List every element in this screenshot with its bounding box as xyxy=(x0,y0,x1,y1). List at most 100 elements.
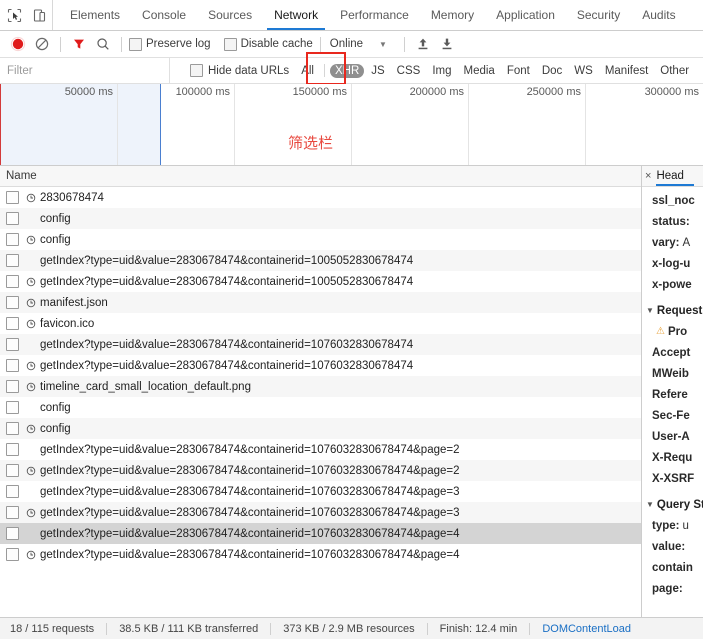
table-row[interactable]: getIndex?type=uid&value=2830678474&conta… xyxy=(0,250,641,271)
table-row[interactable]: config xyxy=(0,418,641,439)
record-button[interactable] xyxy=(7,33,29,55)
row-checkbox[interactable] xyxy=(6,527,19,540)
header-item: x-powe xyxy=(642,274,703,295)
tab-audits[interactable]: Audits xyxy=(631,0,686,30)
tab-performance[interactable]: Performance xyxy=(329,0,420,30)
row-checkbox[interactable] xyxy=(6,212,19,225)
tab-sources[interactable]: Sources xyxy=(197,0,263,30)
row-checkbox[interactable] xyxy=(6,233,19,246)
table-row[interactable]: getIndex?type=uid&value=2830678474&conta… xyxy=(0,523,641,544)
status-divider xyxy=(270,622,272,635)
header-item: status: xyxy=(642,211,703,232)
table-row[interactable]: getIndex?type=uid&value=2830678474&conta… xyxy=(0,355,641,376)
type-filter-js[interactable]: JS xyxy=(366,64,389,78)
row-checkbox[interactable] xyxy=(6,443,19,456)
type-filter-divider xyxy=(323,64,325,77)
row-checkbox[interactable] xyxy=(6,485,19,498)
section-label: Query St xyxy=(656,498,703,511)
import-har-icon[interactable] xyxy=(412,33,434,55)
tab-memory[interactable]: Memory xyxy=(420,0,485,30)
type-filter-ws[interactable]: WS xyxy=(569,64,598,78)
type-filter-manifest[interactable]: Manifest xyxy=(600,64,653,78)
query-string-section[interactable]: ▼ Query St xyxy=(642,494,703,515)
table-row[interactable]: getIndex?type=uid&value=2830678474&conta… xyxy=(0,460,641,481)
type-filter-doc[interactable]: Doc xyxy=(537,64,567,78)
row-checkbox[interactable] xyxy=(6,506,19,519)
row-checkbox[interactable] xyxy=(6,254,19,267)
table-row[interactable]: getIndex?type=uid&value=2830678474&conta… xyxy=(0,439,641,460)
type-filter-font[interactable]: Font xyxy=(502,64,535,78)
preserve-log-label: Preserve log xyxy=(146,38,211,50)
throttling-select[interactable]: Online xyxy=(328,38,363,50)
row-checkbox[interactable] xyxy=(6,380,19,393)
search-icon[interactable] xyxy=(92,33,114,55)
chevron-down-icon[interactable]: ▼ xyxy=(365,40,397,49)
tab-headers[interactable]: Head xyxy=(656,166,694,186)
pending-clock-icon xyxy=(25,360,36,371)
table-row[interactable]: favicon.ico xyxy=(0,313,641,334)
header-item: x-log-u xyxy=(642,253,703,274)
inspect-element-icon[interactable] xyxy=(6,7,23,24)
devtools-tabs: Elements Console Sources Network Perform… xyxy=(53,0,687,30)
export-har-icon[interactable] xyxy=(436,33,458,55)
table-row[interactable]: getIndex?type=uid&value=2830678474&conta… xyxy=(0,502,641,523)
device-toolbar-icon[interactable] xyxy=(31,7,48,24)
type-filter-all[interactable]: All xyxy=(296,64,319,78)
tab-network[interactable]: Network xyxy=(263,0,329,30)
param-key: contain xyxy=(652,561,693,574)
type-filter-img[interactable]: Img xyxy=(427,64,456,78)
row-checkbox[interactable] xyxy=(6,464,19,477)
close-icon[interactable]: × xyxy=(645,170,651,182)
request-name: getIndex?type=uid&value=2830678474&conta… xyxy=(40,338,414,351)
filter-input[interactable] xyxy=(0,57,170,84)
request-name: timeline_card_small_location_default.png xyxy=(40,380,251,393)
table-row[interactable]: getIndex?type=uid&value=2830678474&conta… xyxy=(0,481,641,502)
table-row[interactable]: config xyxy=(0,229,641,250)
header-key: Pro xyxy=(667,325,688,338)
request-headers-section[interactable]: ▼ Request xyxy=(642,300,703,321)
request-list-header[interactable]: Name xyxy=(0,166,641,187)
header-key: x-log-u xyxy=(652,257,691,270)
pending-clock-icon xyxy=(25,381,36,392)
table-row[interactable]: getIndex?type=uid&value=2830678474&conta… xyxy=(0,544,641,565)
row-checkbox[interactable] xyxy=(6,275,19,288)
row-checkbox[interactable] xyxy=(6,296,19,309)
type-filter-media[interactable]: Media xyxy=(459,64,500,78)
tab-label: Application xyxy=(496,8,555,22)
clear-button[interactable] xyxy=(31,33,53,55)
row-checkbox[interactable] xyxy=(6,317,19,330)
status-divider xyxy=(106,622,108,635)
table-row[interactable]: getIndex?type=uid&value=2830678474&conta… xyxy=(0,334,641,355)
devtools-tabbar: Elements Console Sources Network Perform… xyxy=(0,0,703,31)
header-item: Accept xyxy=(642,342,703,363)
row-checkbox[interactable] xyxy=(6,338,19,351)
header-key: Refere xyxy=(652,388,688,401)
table-row[interactable]: config xyxy=(0,397,641,418)
type-filter-css[interactable]: CSS xyxy=(392,64,426,78)
type-filter-other[interactable]: Other xyxy=(655,64,694,78)
tab-elements[interactable]: Elements xyxy=(59,0,131,30)
preserve-log-checkbox[interactable]: Preserve log xyxy=(129,37,211,51)
table-row[interactable]: timeline_card_small_location_default.png xyxy=(0,376,641,397)
row-checkbox[interactable] xyxy=(6,401,19,414)
filter-funnel-icon[interactable] xyxy=(68,33,90,55)
tab-application[interactable]: Application xyxy=(485,0,566,30)
table-row[interactable]: manifest.json xyxy=(0,292,641,313)
row-checkbox[interactable] xyxy=(6,422,19,435)
request-name: getIndex?type=uid&value=2830678474&conta… xyxy=(40,527,460,540)
row-checkbox[interactable] xyxy=(6,359,19,372)
row-checkbox[interactable] xyxy=(6,548,19,561)
overview-tick-label: 300000 ms xyxy=(644,86,699,98)
hide-data-urls-checkbox[interactable]: Hide data URLs xyxy=(190,64,289,77)
table-row[interactable]: getIndex?type=uid&value=2830678474&conta… xyxy=(0,271,641,292)
header-item: User-A xyxy=(642,426,703,447)
disable-cache-checkbox[interactable]: Disable cache xyxy=(223,37,313,51)
table-row[interactable]: config xyxy=(0,208,641,229)
table-row[interactable]: 2830678474 xyxy=(0,187,641,208)
pending-clock-icon xyxy=(25,297,36,308)
tab-security[interactable]: Security xyxy=(566,0,631,30)
row-checkbox[interactable] xyxy=(6,191,19,204)
tab-console[interactable]: Console xyxy=(131,0,197,30)
type-filter-xhr[interactable]: XHR xyxy=(329,63,365,78)
network-overview-timeline[interactable]: 50000 ms 100000 ms 150000 ms 200000 ms 2… xyxy=(0,84,703,166)
